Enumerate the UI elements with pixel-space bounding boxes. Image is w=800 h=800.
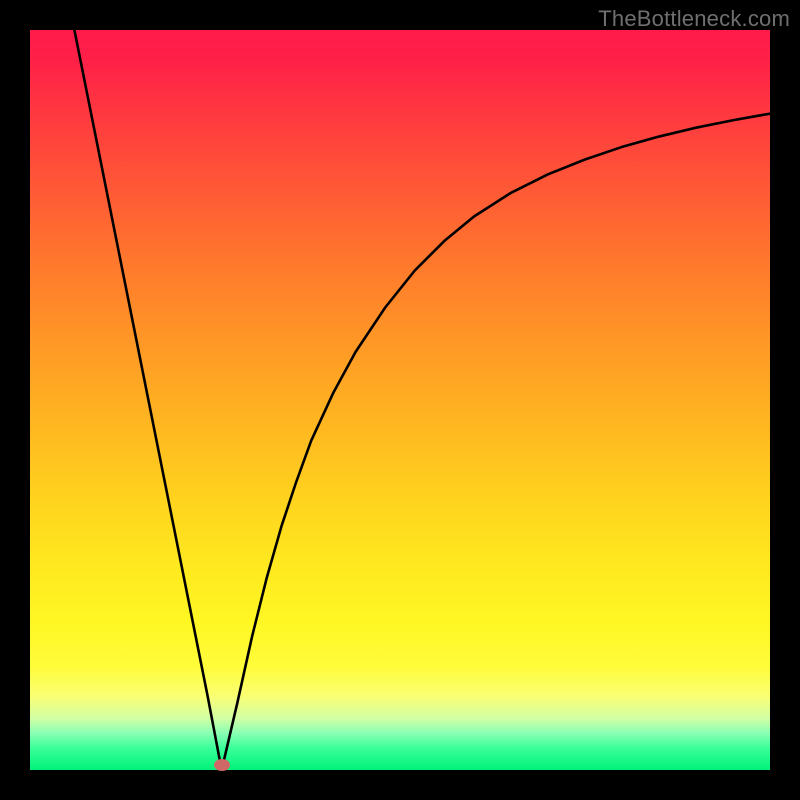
plot-area [30,30,770,770]
watermark-text: TheBottleneck.com [598,6,790,32]
chart-frame: TheBottleneck.com [0,0,800,800]
curve-svg [30,30,770,770]
optimal-point-marker [214,759,230,771]
bottleneck-curve [74,30,770,770]
